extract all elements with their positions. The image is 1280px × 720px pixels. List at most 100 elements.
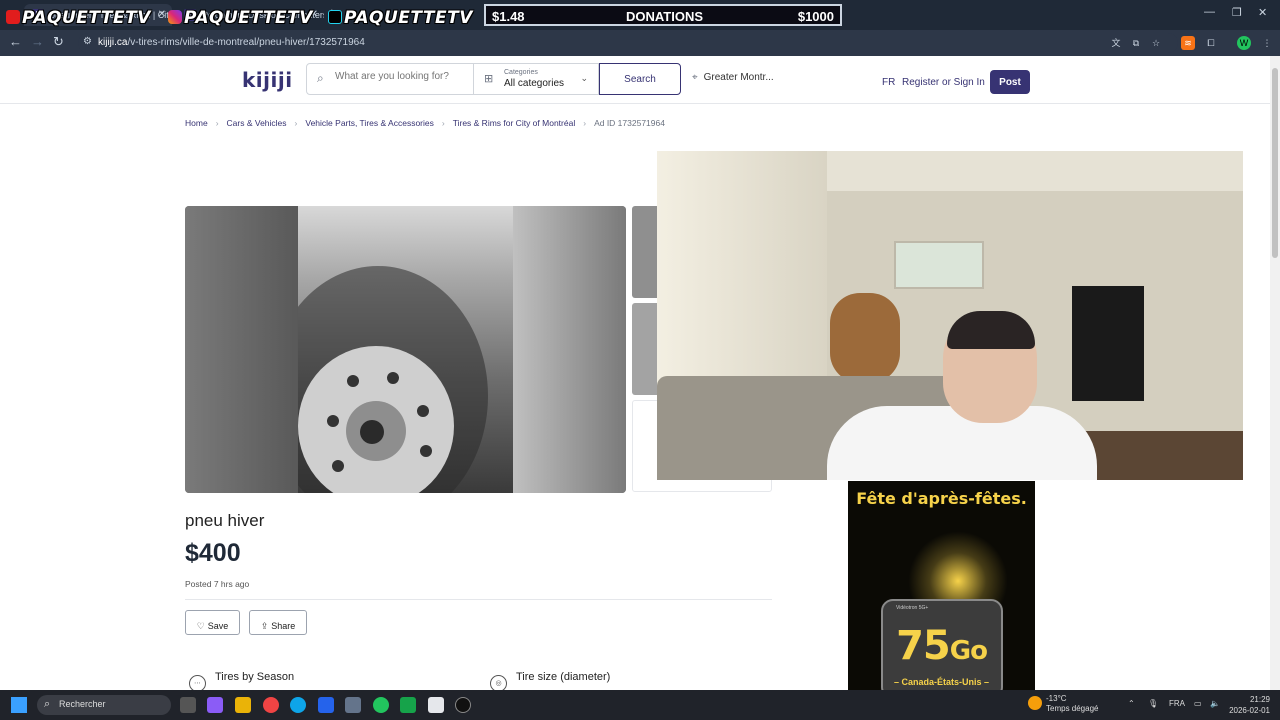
- overlay-tiktok-handle: PAQUETTETV: [328, 8, 473, 28]
- search-input[interactable]: [335, 71, 467, 82]
- chevron-right-icon: ›: [583, 118, 587, 128]
- network-icon[interactable]: ▭: [1194, 699, 1202, 708]
- window: [894, 241, 984, 289]
- copilot-icon[interactable]: [207, 697, 223, 713]
- task-view-icon[interactable]: [180, 697, 196, 713]
- windows-start-icon[interactable]: [11, 697, 27, 713]
- listing-price: $400: [185, 539, 241, 567]
- attribute-tires-by-season: Tires by Season: [215, 671, 295, 683]
- share-button[interactable]: ⇪ Share: [249, 610, 307, 635]
- reload-icon[interactable]: ↻: [53, 34, 64, 50]
- profile-avatar[interactable]: W: [1237, 36, 1251, 50]
- tire-photo: [268, 206, 513, 493]
- address-bar[interactable]: ⚙ kijiji.ca/v-tires-rims/ville-de-montre…: [78, 33, 1178, 53]
- chevron-right-icon: ›: [294, 118, 298, 128]
- breadcrumb-tires-rims[interactable]: Tires & Rims for City of Montréal: [453, 118, 576, 128]
- breadcrumb: Home › Cars & Vehicles › Vehicle Parts, Tire…: [185, 118, 665, 128]
- site-header: kijiji ⌕ ⊞ Categories All categories ⌄ S…: [0, 56, 1280, 104]
- search-button[interactable]: Search: [599, 63, 681, 95]
- weather-icon: [1028, 696, 1042, 710]
- bookmark-star-icon[interactable]: ☆: [1149, 36, 1163, 50]
- microphone-icon[interactable]: 🎙: [1148, 699, 1158, 708]
- settings-icon[interactable]: [345, 697, 361, 713]
- listing-title: pneu hiver: [185, 511, 265, 530]
- heart-icon: ♡: [196, 620, 205, 631]
- weather-desc: Temps dégagé: [1046, 704, 1099, 713]
- site-info-icon[interactable]: ⚙: [83, 36, 92, 47]
- more-menu-icon[interactable]: ⋮: [1260, 36, 1274, 50]
- browser-tab-bar: K pneu hiver | Tires & Rims | City ✕ K P…: [0, 0, 1280, 30]
- page-scrollbar[interactable]: [1270, 56, 1280, 690]
- translate-icon[interactable]: 文: [1109, 36, 1123, 50]
- breadcrumb-vehicle-parts[interactable]: Vehicle Parts, Tires & Accessories: [305, 118, 434, 128]
- install-app-icon[interactable]: ⧉: [1129, 36, 1143, 50]
- taskbar-clock[interactable]: 21:29 2026-02-01: [1220, 694, 1270, 716]
- youtube-icon: [6, 10, 20, 24]
- chevron-right-icon: ›: [441, 118, 445, 128]
- browser-toolbar: ← → ↻ ⚙ kijiji.ca/v-tires-rims/ville-de-…: [0, 30, 1280, 56]
- spotify-icon[interactable]: [373, 697, 389, 713]
- location-pin-icon: ⌖: [692, 72, 698, 83]
- xbox-icon[interactable]: [400, 697, 416, 713]
- donations-goal: $1000: [797, 9, 834, 24]
- streamer-webcam: [657, 151, 1243, 480]
- weather-temp: -13°C: [1046, 694, 1067, 703]
- gallery-thumbnail[interactable]: [632, 303, 658, 395]
- volume-icon[interactable]: 🔈: [1210, 699, 1220, 708]
- language-toggle[interactable]: FR: [882, 77, 895, 88]
- tiktok-icon: [328, 10, 342, 24]
- ad-title: Fête d'après-fêtes.: [856, 489, 1027, 508]
- location-selector[interactable]: ⌖ Greater Montr...: [692, 72, 774, 83]
- breadcrumb-home[interactable]: Home: [185, 118, 208, 128]
- post-ad-button[interactable]: Post: [990, 70, 1030, 94]
- close-tab-icon[interactable]: ✕: [158, 9, 166, 20]
- kijiji-logo[interactable]: kijiji: [242, 68, 293, 92]
- gallery-thumbnail[interactable]: [632, 206, 658, 298]
- rss-extension-icon[interactable]: ≋: [1181, 36, 1195, 50]
- overlay-instagram-handle: PAQUETTETV: [168, 8, 313, 28]
- overlay-youtube-handle: PAQUETTETV: [6, 8, 151, 28]
- ad-data-amount: 75Go: [896, 623, 988, 669]
- notepad-icon[interactable]: [428, 697, 444, 713]
- chrome-icon[interactable]: [263, 697, 279, 713]
- back-icon[interactable]: ←: [9, 34, 22, 49]
- mail-icon[interactable]: [318, 697, 334, 713]
- categories-icon: ⊞: [484, 73, 494, 85]
- photo-blur-right: [513, 206, 626, 493]
- extensions-puzzle-icon[interactable]: ⧠: [1204, 36, 1218, 50]
- maximize-icon[interactable]: ❐: [1232, 6, 1242, 19]
- ad-coverage: – Canada-États-Unis –: [893, 677, 990, 687]
- breadcrumb-ad-id: Ad ID 1732571964: [594, 118, 665, 128]
- minimize-icon[interactable]: —: [1204, 6, 1215, 18]
- categories-label: Categories: [504, 69, 538, 76]
- register-signin-link[interactable]: Register or Sign In: [902, 77, 985, 88]
- plush-toy: [830, 293, 900, 383]
- donations-current: $1.48: [492, 9, 525, 24]
- taskbar-search[interactable]: ⌕ Rechercher: [37, 695, 171, 715]
- tray-chevron-icon[interactable]: ⌃: [1128, 699, 1135, 708]
- url-host: kijiji.ca: [98, 37, 128, 48]
- close-window-icon[interactable]: ✕: [1258, 6, 1267, 19]
- listing-posted-time: Posted 7 hrs ago: [185, 579, 250, 589]
- input-language[interactable]: FRA: [1169, 699, 1185, 708]
- save-button[interactable]: ♡ Save: [185, 610, 240, 635]
- television: [1072, 286, 1144, 401]
- chevron-right-icon: ›: [215, 118, 219, 128]
- tire-rim-graphic: [268, 266, 488, 493]
- attribute-tire-size: Tire size (diameter): [516, 671, 611, 683]
- chevron-down-icon: ⌄: [580, 73, 588, 83]
- donations-label: DONATIONS: [626, 9, 704, 24]
- obs-icon[interactable]: [455, 697, 471, 713]
- advertisement[interactable]: Fête d'après-fêtes. Vidéotron 5G+ 75Go –…: [848, 481, 1035, 690]
- breadcrumb-cars-vehicles[interactable]: Cars & Vehicles: [227, 118, 287, 128]
- search-icon: ⌕: [317, 71, 324, 85]
- photo-blur-left: [185, 206, 298, 493]
- donations-bar: $1.48 DONATIONS $1000: [484, 4, 842, 26]
- listing-main-photo[interactable]: [185, 206, 626, 493]
- forward-icon[interactable]: →: [31, 34, 44, 49]
- scrollbar-thumb[interactable]: [1272, 68, 1278, 258]
- search-field[interactable]: ⌕: [306, 63, 474, 95]
- file-explorer-icon[interactable]: [235, 697, 251, 713]
- edge-icon[interactable]: [290, 697, 306, 713]
- categories-dropdown[interactable]: ⊞ Categories All categories ⌄: [474, 63, 599, 95]
